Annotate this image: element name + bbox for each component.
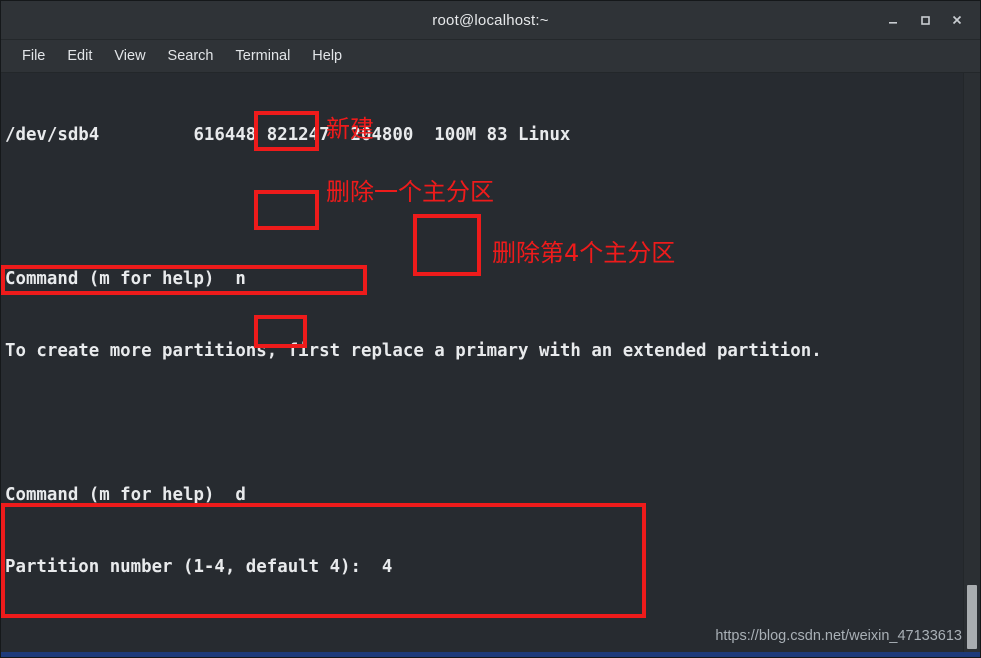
maximize-icon bbox=[918, 13, 932, 27]
terminal-output: /dev/sdb4 616448 821247 204800 100M 83 L… bbox=[1, 73, 956, 657]
bottom-accent-bar bbox=[1, 652, 980, 657]
minimize-icon bbox=[886, 13, 900, 27]
minimize-button[interactable] bbox=[878, 5, 908, 35]
window-title: root@localhost:~ bbox=[432, 11, 549, 29]
menubar: File Edit View Search Terminal Help bbox=[1, 40, 980, 73]
window-titlebar[interactable]: root@localhost:~ bbox=[1, 1, 980, 40]
terminal-line: To create more partitions, first replace… bbox=[5, 341, 822, 361]
menu-item-search[interactable]: Search bbox=[159, 45, 223, 67]
terminal-line: Command (m for help) d bbox=[5, 485, 246, 505]
window-controls bbox=[878, 1, 972, 39]
menu-item-view[interactable]: View bbox=[105, 45, 154, 67]
terminal-body[interactable]: /dev/sdb4 616448 821247 204800 100M 83 L… bbox=[1, 73, 980, 657]
close-icon bbox=[950, 13, 964, 27]
menu-item-edit[interactable]: Edit bbox=[58, 45, 101, 67]
terminal-window: root@localhost:~ File Edit View Search T… bbox=[0, 0, 981, 658]
terminal-line: /dev/sdb4 616448 821247 204800 100M 83 L… bbox=[5, 125, 571, 145]
watermark: https://blog.csdn.net/weixin_47133613 bbox=[715, 628, 962, 644]
menu-item-help[interactable]: Help bbox=[303, 45, 351, 67]
terminal-line: Command (m for help) n bbox=[5, 269, 246, 289]
menu-item-file[interactable]: File bbox=[13, 45, 54, 67]
terminal-scrollbar[interactable] bbox=[963, 73, 980, 657]
close-button[interactable] bbox=[942, 5, 972, 35]
maximize-button[interactable] bbox=[910, 5, 940, 35]
scrollbar-thumb[interactable] bbox=[967, 585, 977, 649]
terminal-line: Partition number (1-4, default 4): 4 bbox=[5, 557, 393, 577]
menu-item-terminal[interactable]: Terminal bbox=[227, 45, 300, 67]
